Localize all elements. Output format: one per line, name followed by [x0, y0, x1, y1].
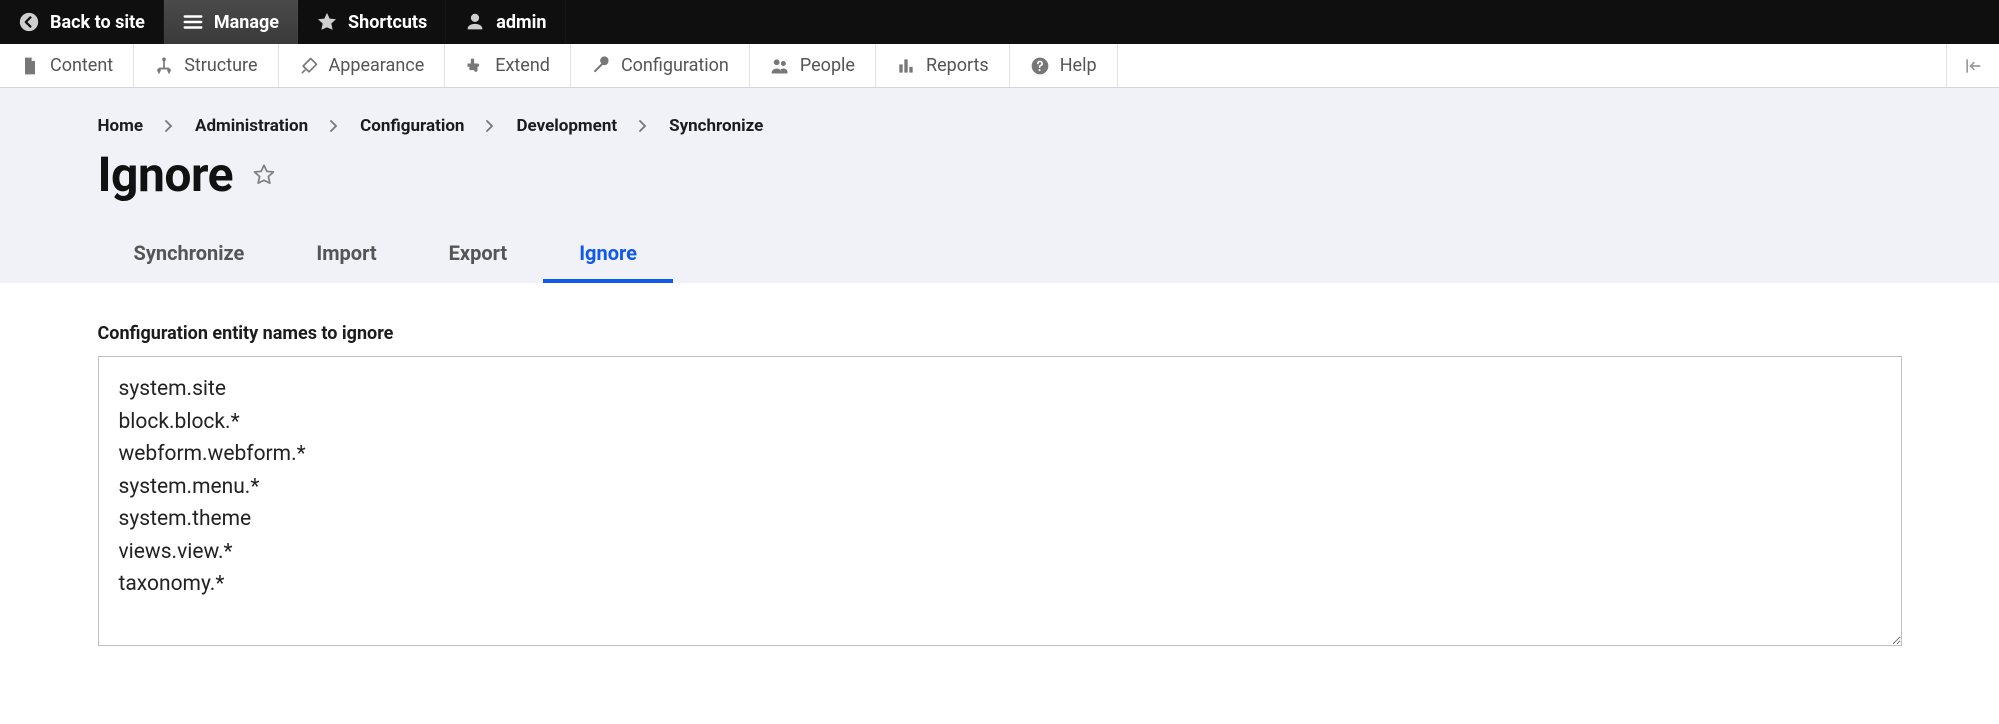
user-menu-button[interactable]: admin [446, 0, 565, 44]
menu-content-label: Content [50, 55, 113, 76]
paintbrush-icon [299, 56, 319, 76]
breadcrumb-synchronize[interactable]: Synchronize [669, 116, 763, 136]
star-outline-icon [251, 162, 277, 188]
config-names-label: Configuration entity names to ignore [98, 323, 1902, 344]
page-title: Ignore [98, 146, 234, 203]
tab-ignore[interactable]: Ignore [543, 229, 673, 283]
tab-synchronize[interactable]: Synchronize [98, 229, 281, 283]
menu-structure[interactable]: Structure [134, 44, 278, 87]
breadcrumb-home[interactable]: Home [98, 116, 144, 136]
chevron-right-icon [165, 120, 173, 132]
config-names-textarea[interactable] [98, 356, 1902, 646]
help-icon [1030, 56, 1050, 76]
manage-button[interactable]: Manage [164, 0, 298, 44]
tab-import[interactable]: Import [280, 229, 412, 283]
menu-reports-label: Reports [926, 55, 989, 76]
wrench-icon [591, 56, 611, 76]
breadcrumb-development[interactable]: Development [516, 116, 617, 136]
toolbar-admin: Content Structure Appearance Extend Conf… [0, 44, 1999, 88]
breadcrumb-administration[interactable]: Administration [195, 116, 308, 136]
user-label: admin [496, 12, 546, 33]
region-header: Home Administration Configuration Develo… [0, 88, 1999, 283]
admin-menu-spacer [1118, 44, 1946, 87]
menu-configuration[interactable]: Configuration [571, 44, 750, 87]
menu-help[interactable]: Help [1010, 44, 1118, 87]
orientation-toggle[interactable] [1946, 44, 1999, 87]
breadcrumb-configuration[interactable]: Configuration [360, 116, 464, 136]
shortcuts-label: Shortcuts [348, 12, 427, 33]
tab-export[interactable]: Export [413, 229, 544, 283]
star-icon [316, 11, 338, 33]
toolbar-top: Back to site Manage Shortcuts admin [0, 0, 1999, 44]
menu-extend-label: Extend [495, 55, 550, 76]
menu-extend[interactable]: Extend [445, 44, 571, 87]
menu-structure-label: Structure [184, 55, 257, 76]
file-icon [20, 56, 40, 76]
back-to-site-label: Back to site [50, 12, 145, 33]
collapse-sidebar-icon [1963, 56, 1983, 76]
people-icon [770, 56, 790, 76]
arrow-left-circle-icon [18, 11, 40, 33]
breadcrumb: Home Administration Configuration Develo… [46, 116, 1954, 136]
bar-chart-icon [896, 56, 916, 76]
menu-configuration-label: Configuration [621, 55, 729, 76]
menu-content[interactable]: Content [0, 44, 134, 87]
manage-label: Manage [214, 12, 279, 33]
hamburger-icon [182, 11, 204, 33]
local-tasks-tabs: Synchronize Import Export Ignore [46, 229, 1954, 283]
sitemap-icon [154, 56, 174, 76]
back-to-site-button[interactable]: Back to site [0, 0, 164, 44]
menu-reports[interactable]: Reports [876, 44, 1010, 87]
chevron-right-icon [330, 120, 338, 132]
menu-appearance-label: Appearance [329, 55, 425, 76]
user-icon [464, 11, 486, 33]
menu-people[interactable]: People [750, 44, 876, 87]
menu-help-label: Help [1060, 55, 1097, 76]
chevron-right-icon [639, 120, 647, 132]
shortcuts-button[interactable]: Shortcuts [298, 0, 446, 44]
region-main: Configuration entity names to ignore [0, 283, 1999, 690]
menu-people-label: People [800, 55, 855, 76]
menu-appearance[interactable]: Appearance [279, 44, 446, 87]
puzzle-icon [465, 56, 485, 76]
chevron-right-icon [486, 120, 494, 132]
shortcut-star-toggle[interactable] [251, 162, 277, 188]
